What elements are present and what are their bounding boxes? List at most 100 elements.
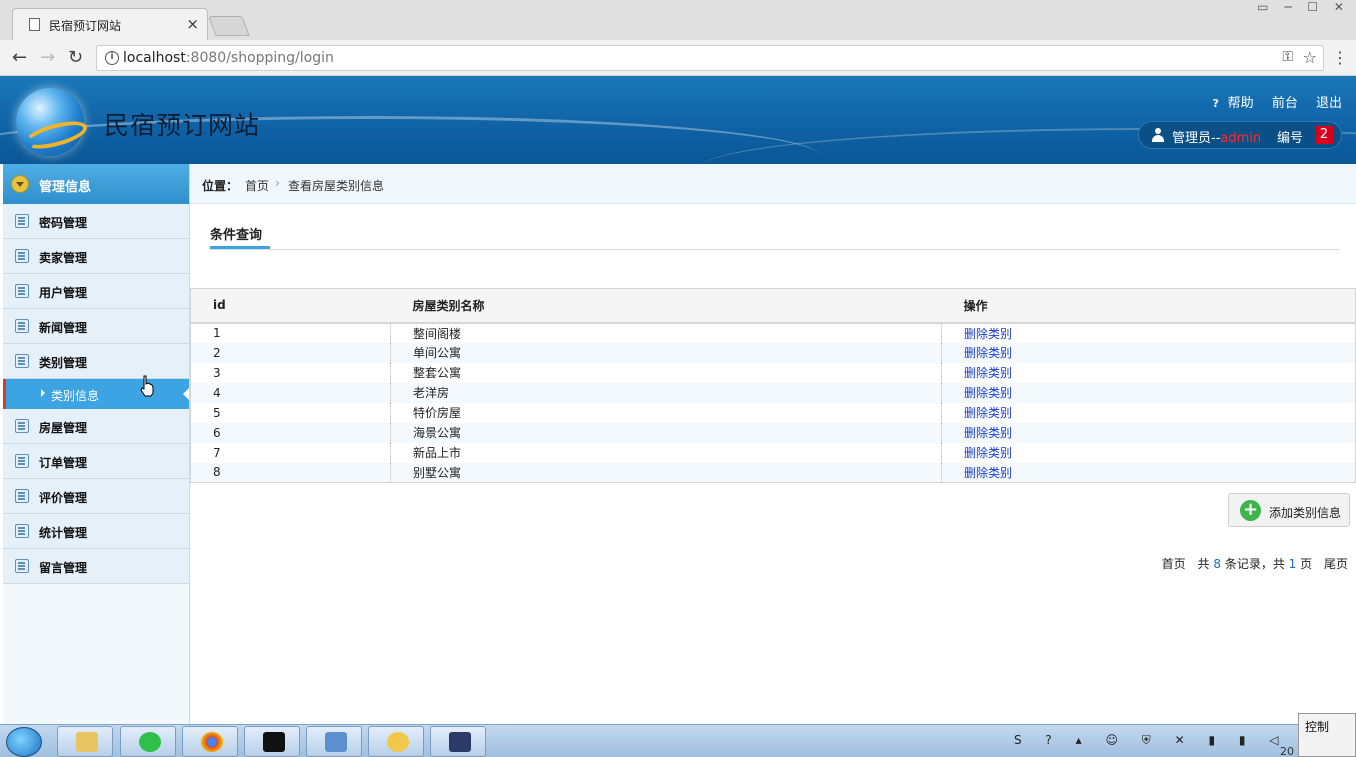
sidebar-item-houses[interactable]: 房屋管理	[3, 409, 189, 444]
delete-category-link[interactable]: 删除类别	[964, 386, 1012, 400]
main-content: 位置： 首页 › 查看房屋类别信息 条件查询 id 房屋类别名称 操作 1 整间阁…	[190, 164, 1356, 724]
sidebar-item-statistics[interactable]: 统计管理	[3, 514, 189, 549]
delete-category-link[interactable]: 删除类别	[964, 426, 1012, 440]
music-icon	[139, 732, 161, 752]
column-header-id: id	[190, 288, 391, 324]
forward-arrow-icon[interactable]: →	[40, 47, 55, 68]
delete-category-link[interactable]: 删除类别	[964, 327, 1012, 341]
taskbar-app[interactable]	[368, 726, 424, 757]
sidebar-item-label: 卖家管理	[39, 251, 88, 265]
user-info: 管理员--admin 编号 2	[1138, 121, 1342, 149]
system-tray-icons[interactable]: S ? ▴ ☺ ⛨ ✕ ▮ ▮ ◁	[1014, 733, 1289, 748]
ide-icon	[449, 732, 471, 752]
cell-id: 8	[190, 462, 391, 483]
front-link[interactable]: 前台	[1272, 96, 1298, 111]
back-arrow-icon[interactable]: ←	[12, 47, 27, 68]
delete-category-link[interactable]: 删除类别	[964, 466, 1012, 480]
taskbar-cmd[interactable]	[244, 726, 300, 757]
first-page-link[interactable]: 首页	[1162, 557, 1186, 571]
pager-pages-suffix: 页	[1300, 557, 1313, 571]
hand-cursor-icon	[140, 375, 154, 397]
list-icon	[15, 524, 29, 538]
category-table: id 房屋类别名称 操作 1 整间阁楼 删除类别 2 单间公寓 删除类别 3 整套公寓 删除类别…	[190, 288, 1356, 483]
tab-divider	[210, 249, 1340, 250]
collapse-icon	[11, 175, 29, 193]
user-name: admin	[1220, 131, 1262, 146]
delete-category-link[interactable]: 删除类别	[964, 346, 1012, 360]
cell-id: 1	[213, 326, 221, 340]
bookmark-star-icon[interactable]: ☆	[1303, 48, 1317, 67]
control-popup[interactable]: 控制	[1298, 713, 1356, 757]
cell-category-name: 整间阁楼	[390, 322, 942, 343]
logout-link[interactable]: 退出	[1316, 96, 1342, 111]
last-page-link[interactable]: 尾页	[1324, 557, 1348, 571]
sidebar-subitem-category-info[interactable]: 类别信息	[3, 379, 189, 409]
cell-action: 删除类别	[941, 422, 1356, 443]
help-icon: ?	[1212, 97, 1219, 110]
plus-icon: +	[1240, 500, 1261, 521]
cell-id: 2	[190, 342, 391, 363]
pagination: 首页 共 8 条记录，共 1 页 尾页	[1162, 555, 1348, 572]
browser-tab-title: 民宿预订网站	[49, 19, 122, 33]
cell-id: 7	[213, 445, 221, 460]
sidebar-item-messages[interactable]: 留言管理	[3, 549, 189, 584]
sidebar-item-reviews[interactable]: 评价管理	[3, 479, 189, 514]
pager-prefix: 共	[1197, 557, 1210, 571]
add-category-button[interactable]: + 添加类别信息	[1228, 493, 1350, 527]
browser-menu-icon[interactable]: ⋮	[1332, 48, 1348, 67]
cell-category-name: 海景公寓	[390, 422, 942, 443]
control-popup-label: 控制	[1305, 720, 1330, 734]
table-row: 6 海景公寓 删除类别	[190, 422, 1356, 443]
taskbar-photos[interactable]	[306, 726, 362, 757]
key-icon[interactable]: ⚿	[1282, 49, 1293, 65]
taskbar-eclipse[interactable]	[430, 726, 486, 757]
top-links: ? 帮助 前台 退出	[1185, 92, 1342, 111]
cell-category-name: 单间公寓	[390, 342, 942, 363]
sidebar-item-label: 新闻管理	[39, 321, 88, 335]
new-tab-button[interactable]	[208, 16, 250, 36]
url-input[interactable]: i localhost:8080/shopping/login ⚿ ☆	[96, 45, 1324, 71]
sidebar-item-password[interactable]: 密码管理	[3, 204, 189, 239]
browser-tab[interactable]: 民宿预订网站 ×	[12, 8, 208, 40]
cell-action: 删除类别	[941, 362, 1356, 383]
sidebar-heading[interactable]: 管理信息	[3, 164, 189, 204]
breadcrumb-home-link[interactable]: 首页	[245, 177, 269, 194]
breadcrumb-current: 查看房屋类别信息	[288, 179, 385, 193]
sidebar-item-orders[interactable]: 订单管理	[3, 444, 189, 479]
help-link[interactable]: ? 帮助	[1199, 96, 1254, 111]
reload-icon[interactable]: ↻	[68, 47, 83, 68]
taskbar-music[interactable]	[120, 726, 176, 757]
window-controls[interactable]: ▭ ─ ☐ ✕	[1257, 0, 1350, 14]
cell-action: 删除类别	[941, 342, 1356, 363]
user-icon	[1152, 128, 1164, 142]
sidebar-item-users[interactable]: 用户管理	[3, 274, 189, 309]
info-icon[interactable]: i	[105, 51, 119, 65]
browser-tabbar: 民宿预订网站 × ▭ ─ ☐ ✕	[0, 0, 1356, 40]
list-icon	[15, 214, 29, 228]
sidebar-item-label: 评价管理	[39, 491, 88, 505]
delete-category-link[interactable]: 删除类别	[964, 446, 1012, 460]
delete-category-link[interactable]: 删除类别	[964, 366, 1012, 380]
sidebar-empty-area	[3, 584, 189, 724]
sidebar-item-sellers[interactable]: 卖家管理	[3, 239, 189, 274]
close-tab-icon[interactable]: ×	[186, 15, 199, 33]
clock: 20	[1280, 745, 1294, 757]
user-number-label: 编号	[1277, 131, 1304, 146]
column-header-action: 操作	[941, 288, 1356, 324]
sidebar-item-label: 统计管理	[39, 526, 88, 540]
tab-condition-query[interactable]: 条件查询	[210, 224, 262, 243]
list-icon	[15, 249, 29, 263]
list-icon	[15, 319, 29, 333]
taskbar-explorer[interactable]	[57, 726, 113, 757]
taskbar-chrome[interactable]	[182, 726, 238, 757]
table-row: 1 整间阁楼 删除类别	[191, 322, 1356, 343]
sidebar-item-news[interactable]: 新闻管理	[3, 309, 189, 344]
list-icon	[15, 284, 29, 298]
sidebar-item-label: 留言管理	[39, 561, 88, 575]
start-button[interactable]	[6, 727, 42, 757]
delete-category-link[interactable]: 删除类别	[964, 406, 1012, 420]
sidebar-item-categories[interactable]: 类别管理	[3, 344, 189, 379]
url-text: localhost:8080/shopping/login	[123, 50, 334, 66]
table-row: 7 新品上市 删除类别	[191, 442, 1356, 463]
cell-action: 删除类别	[941, 382, 1356, 403]
